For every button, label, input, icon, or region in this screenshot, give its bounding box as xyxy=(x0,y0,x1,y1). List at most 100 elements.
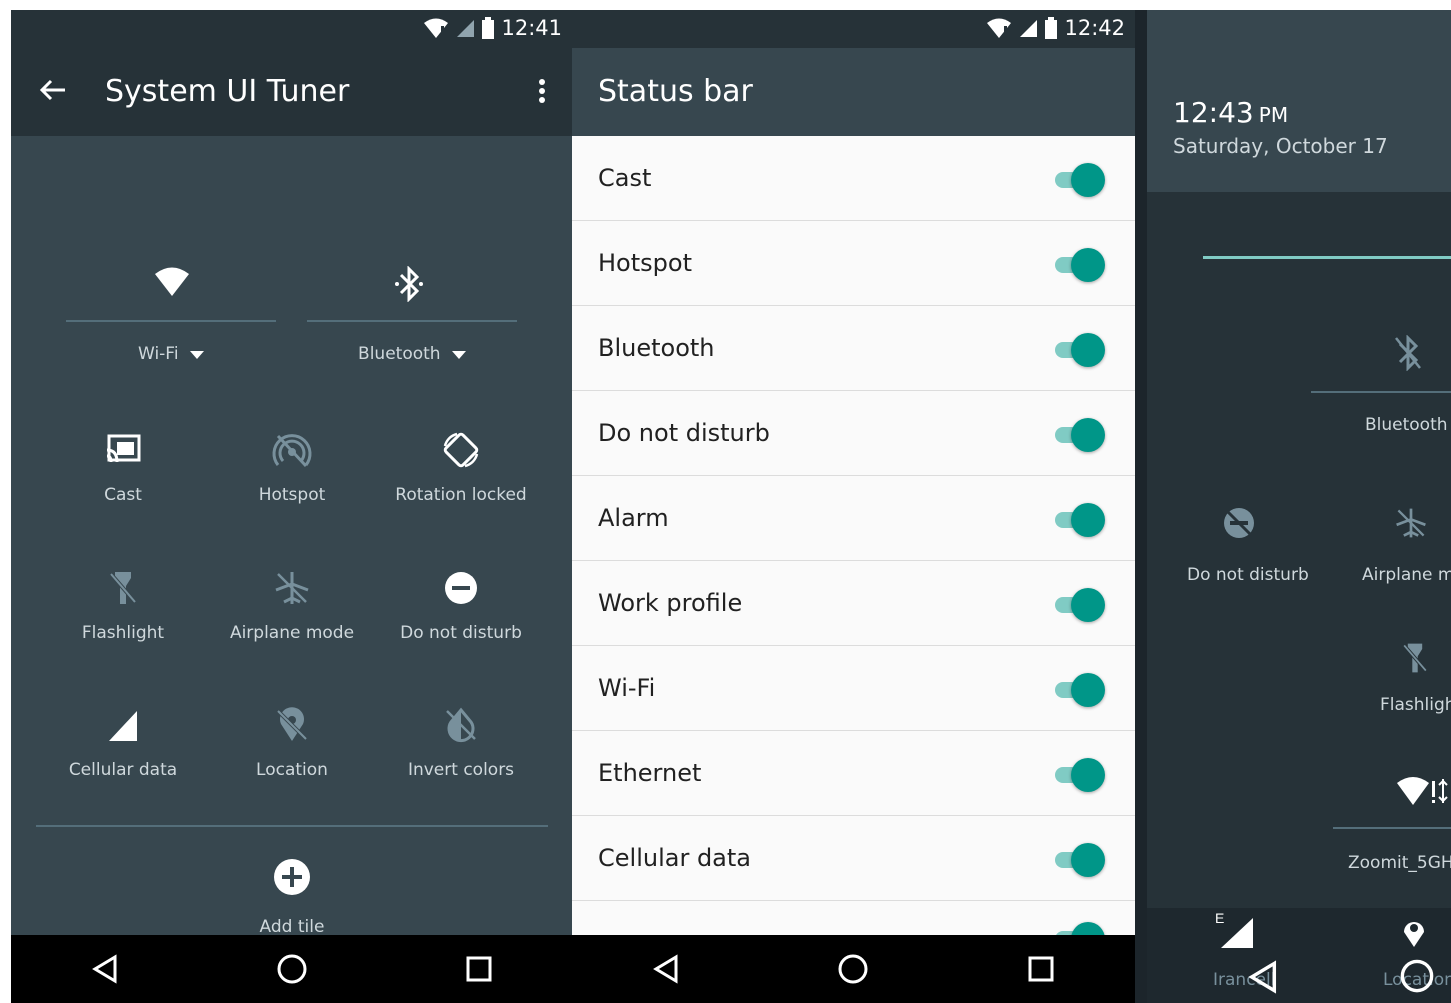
tile-cast[interactable]: Cast xyxy=(38,425,208,525)
airplane-icon xyxy=(1396,508,1426,538)
recents-nav-button[interactable] xyxy=(449,939,509,999)
setting-row-work-profile[interactable]: Work profile xyxy=(572,561,1135,646)
recents-square-icon xyxy=(466,956,491,982)
tile-dnd[interactable]: Do not disturb xyxy=(376,563,546,663)
divider xyxy=(36,825,548,827)
tile-label: Invert colors xyxy=(407,760,515,780)
overflow-menu-button[interactable] xyxy=(530,76,554,112)
back-nav-button[interactable] xyxy=(1247,960,1281,994)
setting-label: Do not disturb xyxy=(598,419,770,447)
wifi-status-icon xyxy=(424,18,449,38)
setting-label: Hotspot xyxy=(598,249,692,277)
setting-row-ethernet[interactable]: Ethernet xyxy=(572,731,1135,816)
home-nav-button[interactable] xyxy=(823,939,883,999)
panel-separator xyxy=(1135,10,1147,1003)
divider xyxy=(307,320,517,322)
home-nav-button[interactable] xyxy=(1399,958,1435,994)
wifi-icon xyxy=(1397,777,1448,805)
wifi-status-icon xyxy=(987,18,1012,38)
tile-invert[interactable]: Invert colors xyxy=(376,700,546,800)
tile-label: Cellular data xyxy=(68,760,178,780)
toggle-switch[interactable] xyxy=(1053,417,1105,452)
tile-dnd[interactable]: Do not disturb xyxy=(1177,505,1309,595)
toggle-switch[interactable] xyxy=(1053,757,1105,792)
toggle-switch[interactable] xyxy=(1053,332,1105,367)
tile-rotation[interactable]: Rotation locked xyxy=(376,425,546,525)
signal-status-icon xyxy=(457,20,475,37)
setting-row-wifi[interactable]: Wi-Fi xyxy=(572,646,1135,731)
flashlight-icon xyxy=(109,572,137,604)
signal-icon xyxy=(1221,918,1253,948)
status-bar: 12:41 xyxy=(11,10,572,48)
tile-bluetooth[interactable]: Bluetooth xyxy=(307,260,517,380)
toggle-switch[interactable] xyxy=(1053,502,1105,537)
airplane-icon xyxy=(275,572,309,604)
clock: 12:43 PM xyxy=(1173,96,1288,129)
tile-location[interactable]: Location xyxy=(207,700,377,800)
bluetooth-dropdown: Bluetooth xyxy=(307,344,517,364)
toggle-switch[interactable] xyxy=(1053,247,1105,282)
divider xyxy=(1333,827,1451,829)
arrow-left-icon xyxy=(39,79,65,101)
system-ui-tuner-screen: 12:41 System UI Tuner Wi-Fi Bluetooth Ca… xyxy=(11,10,572,1003)
setting-row-bluetooth[interactable]: Bluetooth xyxy=(572,306,1135,391)
back-nav-button[interactable] xyxy=(636,939,696,999)
battery-status-icon xyxy=(1045,17,1058,39)
location-icon xyxy=(276,707,308,741)
tile-bluetooth[interactable]: Bluetooth xyxy=(1307,335,1451,445)
bluetooth-disabled-icon xyxy=(1395,335,1421,371)
status-bar-settings-screen: 12:42 Status bar Cast Hotspot Bluetooth … xyxy=(572,10,1135,1003)
setting-row-hotspot[interactable]: Hotspot xyxy=(572,221,1135,306)
cast-icon xyxy=(106,434,141,463)
dropdown-arrow-icon xyxy=(451,351,466,359)
tile-cellular[interactable]: Cellular data xyxy=(38,700,208,800)
toggle-switch[interactable] xyxy=(1053,587,1105,622)
setting-row-cellular-data[interactable]: Cellular data xyxy=(572,816,1135,901)
toggle-switch[interactable] xyxy=(1053,162,1105,197)
wifi-icon xyxy=(155,267,189,296)
tile-label: Bluetooth xyxy=(358,344,441,364)
signal-icon xyxy=(109,711,137,741)
tile-label: Do not disturb xyxy=(1187,565,1309,585)
recents-nav-button[interactable] xyxy=(1011,939,1071,999)
clock-time: 12:43 xyxy=(1173,96,1254,129)
tile-label: Flashlight xyxy=(1380,695,1451,715)
home-circle-icon xyxy=(838,954,868,984)
tile-label: Add tile xyxy=(259,917,325,937)
setting-label: Bluetooth xyxy=(598,334,715,362)
invert-icon xyxy=(446,707,476,743)
back-button[interactable] xyxy=(37,74,73,110)
home-circle-icon xyxy=(1400,959,1434,993)
tile-wifi[interactable]: Zoomit_5GHz xyxy=(1333,775,1451,885)
setting-label: Alarm xyxy=(598,504,669,532)
nav-bar xyxy=(572,935,1135,1003)
tile-airplane[interactable]: Airplane mo xyxy=(1347,505,1451,595)
recents-square-icon xyxy=(1028,956,1054,982)
bluetooth-icon xyxy=(395,266,423,302)
divider xyxy=(66,320,276,322)
shade-header: 12:43 PM Saturday, October 17 xyxy=(1147,10,1451,192)
toggle-switch[interactable] xyxy=(1053,672,1105,707)
tile-flashlight[interactable]: Flashlight xyxy=(1347,640,1451,730)
setting-row-cast[interactable]: Cast xyxy=(572,136,1135,221)
page-title: Status bar xyxy=(598,74,753,109)
toggle-switch[interactable] xyxy=(1053,842,1105,877)
tile-label: Airplane mo xyxy=(1362,565,1451,585)
tile-label: Wi-Fi xyxy=(138,344,179,364)
setting-row-alarm[interactable]: Alarm xyxy=(572,476,1135,561)
setting-label: Ethernet xyxy=(598,759,702,787)
nav-bar xyxy=(11,935,572,1003)
tile-flashlight[interactable]: Flashlight xyxy=(38,563,208,663)
back-nav-button[interactable] xyxy=(75,939,135,999)
brightness-slider[interactable] xyxy=(1203,256,1451,259)
tile-label: Do not disturb xyxy=(400,623,522,643)
setting-row-do-not-disturb[interactable]: Do not disturb xyxy=(572,391,1135,476)
tile-label: Bluetooth xyxy=(1365,415,1448,435)
add-tile-button[interactable]: Add tile xyxy=(207,855,377,945)
tile-wifi[interactable]: Wi-Fi xyxy=(66,260,276,380)
tile-label: Flashlight xyxy=(81,623,165,643)
tile-hotspot[interactable]: Hotspot xyxy=(207,425,377,525)
tile-airplane[interactable]: Airplane mode xyxy=(207,563,377,663)
battery-status-icon xyxy=(482,17,495,39)
home-nav-button[interactable] xyxy=(262,939,322,999)
